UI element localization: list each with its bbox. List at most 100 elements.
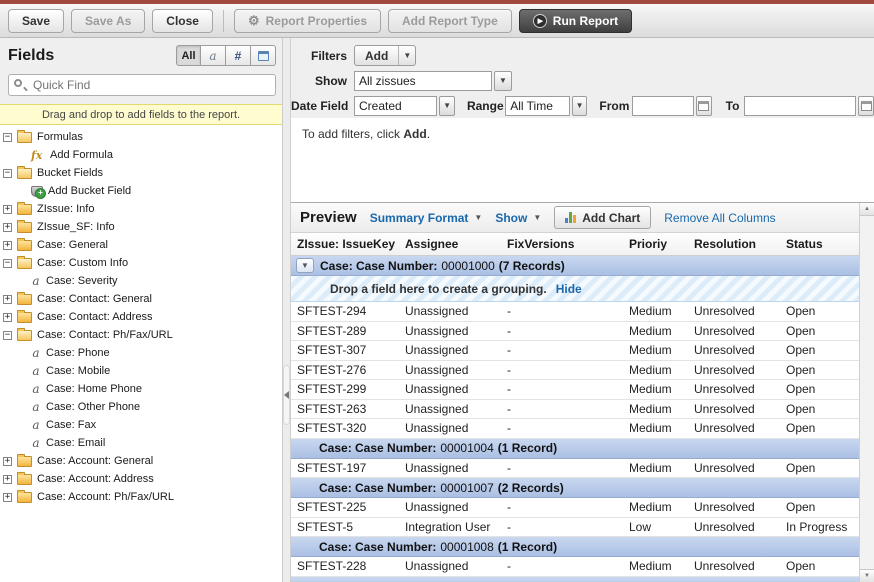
- tree-item[interactable]: −Case: Contact: Ph/Fax/URL: [3, 326, 282, 344]
- tree-item[interactable]: aCase: Fax: [3, 416, 282, 434]
- tree-item[interactable]: aCase: Severity: [3, 272, 282, 290]
- expand-toggle-icon[interactable]: +: [3, 493, 12, 502]
- table-cell: Unassigned: [399, 402, 501, 416]
- column-header[interactable]: Assignee: [399, 237, 501, 251]
- close-button[interactable]: Close: [152, 9, 213, 33]
- field-filter-date-button[interactable]: [251, 45, 276, 66]
- tree-item[interactable]: +ZIssue: Info: [3, 200, 282, 218]
- hide-link[interactable]: Hide: [556, 282, 582, 296]
- tree-item[interactable]: aCase: Mobile: [3, 362, 282, 380]
- range-dropdown-button[interactable]: ▼: [572, 96, 588, 116]
- tree-item[interactable]: +Case: Account: General: [3, 452, 282, 470]
- add-report-type-button[interactable]: Add Report Type: [388, 9, 512, 33]
- table-cell: -: [501, 402, 623, 416]
- table-row[interactable]: SFTEST-225Unassigned-MediumUnresolvedOpe…: [291, 498, 859, 518]
- report-properties-button[interactable]: ⚙ Report Properties: [234, 9, 381, 33]
- preview-scrollbar[interactable]: ▲ ▼: [859, 203, 874, 582]
- folder-closed-icon: [17, 474, 32, 485]
- table-row[interactable]: SFTEST-263Unassigned-MediumUnresolvedOpe…: [291, 400, 859, 420]
- date-field-select[interactable]: Created: [354, 96, 437, 116]
- field-filter-all-button[interactable]: All: [176, 45, 201, 66]
- column-header[interactable]: Status: [780, 237, 859, 251]
- to-calendar-button[interactable]: [858, 96, 874, 116]
- expand-toggle-icon[interactable]: +: [3, 475, 12, 484]
- date-field-label: Date Field: [291, 99, 347, 113]
- expand-toggle-icon[interactable]: +: [3, 457, 12, 466]
- tree-item[interactable]: aCase: Phone: [3, 344, 282, 362]
- expand-toggle-icon[interactable]: +: [3, 205, 12, 214]
- range-select[interactable]: All Time: [505, 96, 570, 116]
- show-select-dropdown-button[interactable]: ▼: [494, 71, 512, 91]
- table-row[interactable]: SFTEST-299Unassigned-MediumUnresolvedOpe…: [291, 380, 859, 400]
- preview-show-menu[interactable]: Show ▼: [495, 211, 541, 225]
- tree-item[interactable]: aCase: Home Phone: [3, 380, 282, 398]
- date-field-dropdown-button[interactable]: ▼: [439, 96, 455, 116]
- group-header-row[interactable]: ▼Case: Case Number:00001000(7 Records): [291, 256, 859, 276]
- save-as-button[interactable]: Save As: [71, 9, 145, 33]
- collapse-toggle-icon[interactable]: −: [3, 259, 12, 268]
- tree-item[interactable]: −Bucket Fields: [3, 164, 282, 182]
- add-chart-button[interactable]: Add Chart: [554, 206, 651, 229]
- folder-closed-icon: [17, 222, 32, 233]
- table-cell: SFTEST-276: [291, 363, 399, 377]
- table-row[interactable]: SFTEST-5Integration User-LowUnresolvedIn…: [291, 518, 859, 538]
- group-collapse-button[interactable]: ▼: [296, 258, 314, 273]
- grouping-drop-zone[interactable]: Drop a field here to create a grouping.H…: [291, 276, 859, 302]
- table-row[interactable]: SFTEST-228Unassigned-MediumUnresolvedOpe…: [291, 557, 859, 577]
- table-row[interactable]: SFTEST-320Unassigned-MediumUnresolvedOpe…: [291, 419, 859, 439]
- table-row[interactable]: SFTEST-197Unassigned-MediumUnresolvedOpe…: [291, 459, 859, 479]
- table-cell: Medium: [623, 363, 688, 377]
- quick-find-input[interactable]: [8, 74, 276, 96]
- table-row[interactable]: SFTEST-276Unassigned-MediumUnresolvedOpe…: [291, 361, 859, 381]
- expand-toggle-icon[interactable]: +: [3, 223, 12, 232]
- scroll-down-arrow[interactable]: ▼: [860, 569, 874, 582]
- tree-item[interactable]: aCase: Other Phone: [3, 398, 282, 416]
- column-header[interactable]: FixVersions: [501, 237, 623, 251]
- add-filter-button[interactable]: Add ▼: [354, 45, 416, 66]
- collapse-toggle-icon[interactable]: −: [3, 169, 12, 178]
- tree-item[interactable]: +Case: Account: Address: [3, 470, 282, 488]
- save-button[interactable]: Save: [8, 9, 64, 33]
- column-header[interactable]: Prioriy: [623, 237, 688, 251]
- table-row[interactable]: SFTEST-307Unassigned-MediumUnresolvedOpe…: [291, 341, 859, 361]
- tree-item[interactable]: Add Bucket Field: [3, 182, 282, 200]
- table-cell: -: [501, 461, 623, 475]
- tree-item[interactable]: +ZIssue_SF: Info: [3, 218, 282, 236]
- remove-all-columns-link[interactable]: Remove All Columns: [664, 211, 775, 225]
- tree-item[interactable]: + Case: Account: Ph/Fax/URL: [3, 488, 282, 506]
- collapse-toggle-icon[interactable]: −: [3, 133, 12, 142]
- collapse-toggle-icon[interactable]: −: [3, 331, 12, 340]
- expand-toggle-icon[interactable]: +: [3, 313, 12, 322]
- group-header-row[interactable]: Case: Case Number:00001008(1 Record): [291, 537, 859, 557]
- from-date-input[interactable]: [632, 96, 694, 116]
- column-header[interactable]: Resolution: [688, 237, 780, 251]
- field-filter-number-button[interactable]: #: [226, 45, 251, 66]
- tree-item[interactable]: fxAdd Formula: [3, 146, 282, 164]
- chevron-down-icon[interactable]: ▼: [398, 46, 415, 65]
- group-header-row[interactable]: Case: Case Number:00001007(2 Records): [291, 478, 859, 498]
- tree-item[interactable]: −Case: Custom Info: [3, 254, 282, 272]
- field-filter-text-button[interactable]: a: [201, 45, 226, 66]
- run-report-button[interactable]: ▶ Run Report: [519, 9, 632, 33]
- from-calendar-button[interactable]: [696, 96, 712, 116]
- tree-item-label: Case: Home Phone: [46, 383, 142, 395]
- column-header[interactable]: ZIssue: IssueKey: [291, 237, 399, 251]
- to-date-input[interactable]: [744, 96, 856, 116]
- summary-format-menu[interactable]: Summary Format ▼: [370, 211, 483, 225]
- tree-item[interactable]: +Case: Contact: General: [3, 290, 282, 308]
- filters-hint: To add filters, click Add.: [291, 118, 874, 202]
- tree-item[interactable]: +Case: Contact: Address: [3, 308, 282, 326]
- expand-toggle-icon[interactable]: +: [3, 295, 12, 304]
- scroll-up-arrow[interactable]: ▲: [860, 203, 874, 216]
- table-row[interactable]: SFTEST-294Unassigned-MediumUnresolvedOpe…: [291, 302, 859, 322]
- show-select[interactable]: All zissues: [354, 71, 492, 91]
- tree-item-label: Case: Account: Ph/Fax/URL: [37, 491, 174, 503]
- table-row[interactable]: SFTEST-289Unassigned-MediumUnresolvedOpe…: [291, 322, 859, 342]
- tree-item[interactable]: +Case: General: [3, 236, 282, 254]
- table-cell: -: [501, 382, 623, 396]
- expand-toggle-icon[interactable]: +: [3, 241, 12, 250]
- panel-splitter[interactable]: [283, 38, 291, 582]
- tree-item[interactable]: aCase: Email: [3, 434, 282, 452]
- tree-item[interactable]: −Formulas: [3, 128, 282, 146]
- group-header-row[interactable]: Case: Case Number:00001004(1 Record): [291, 439, 859, 459]
